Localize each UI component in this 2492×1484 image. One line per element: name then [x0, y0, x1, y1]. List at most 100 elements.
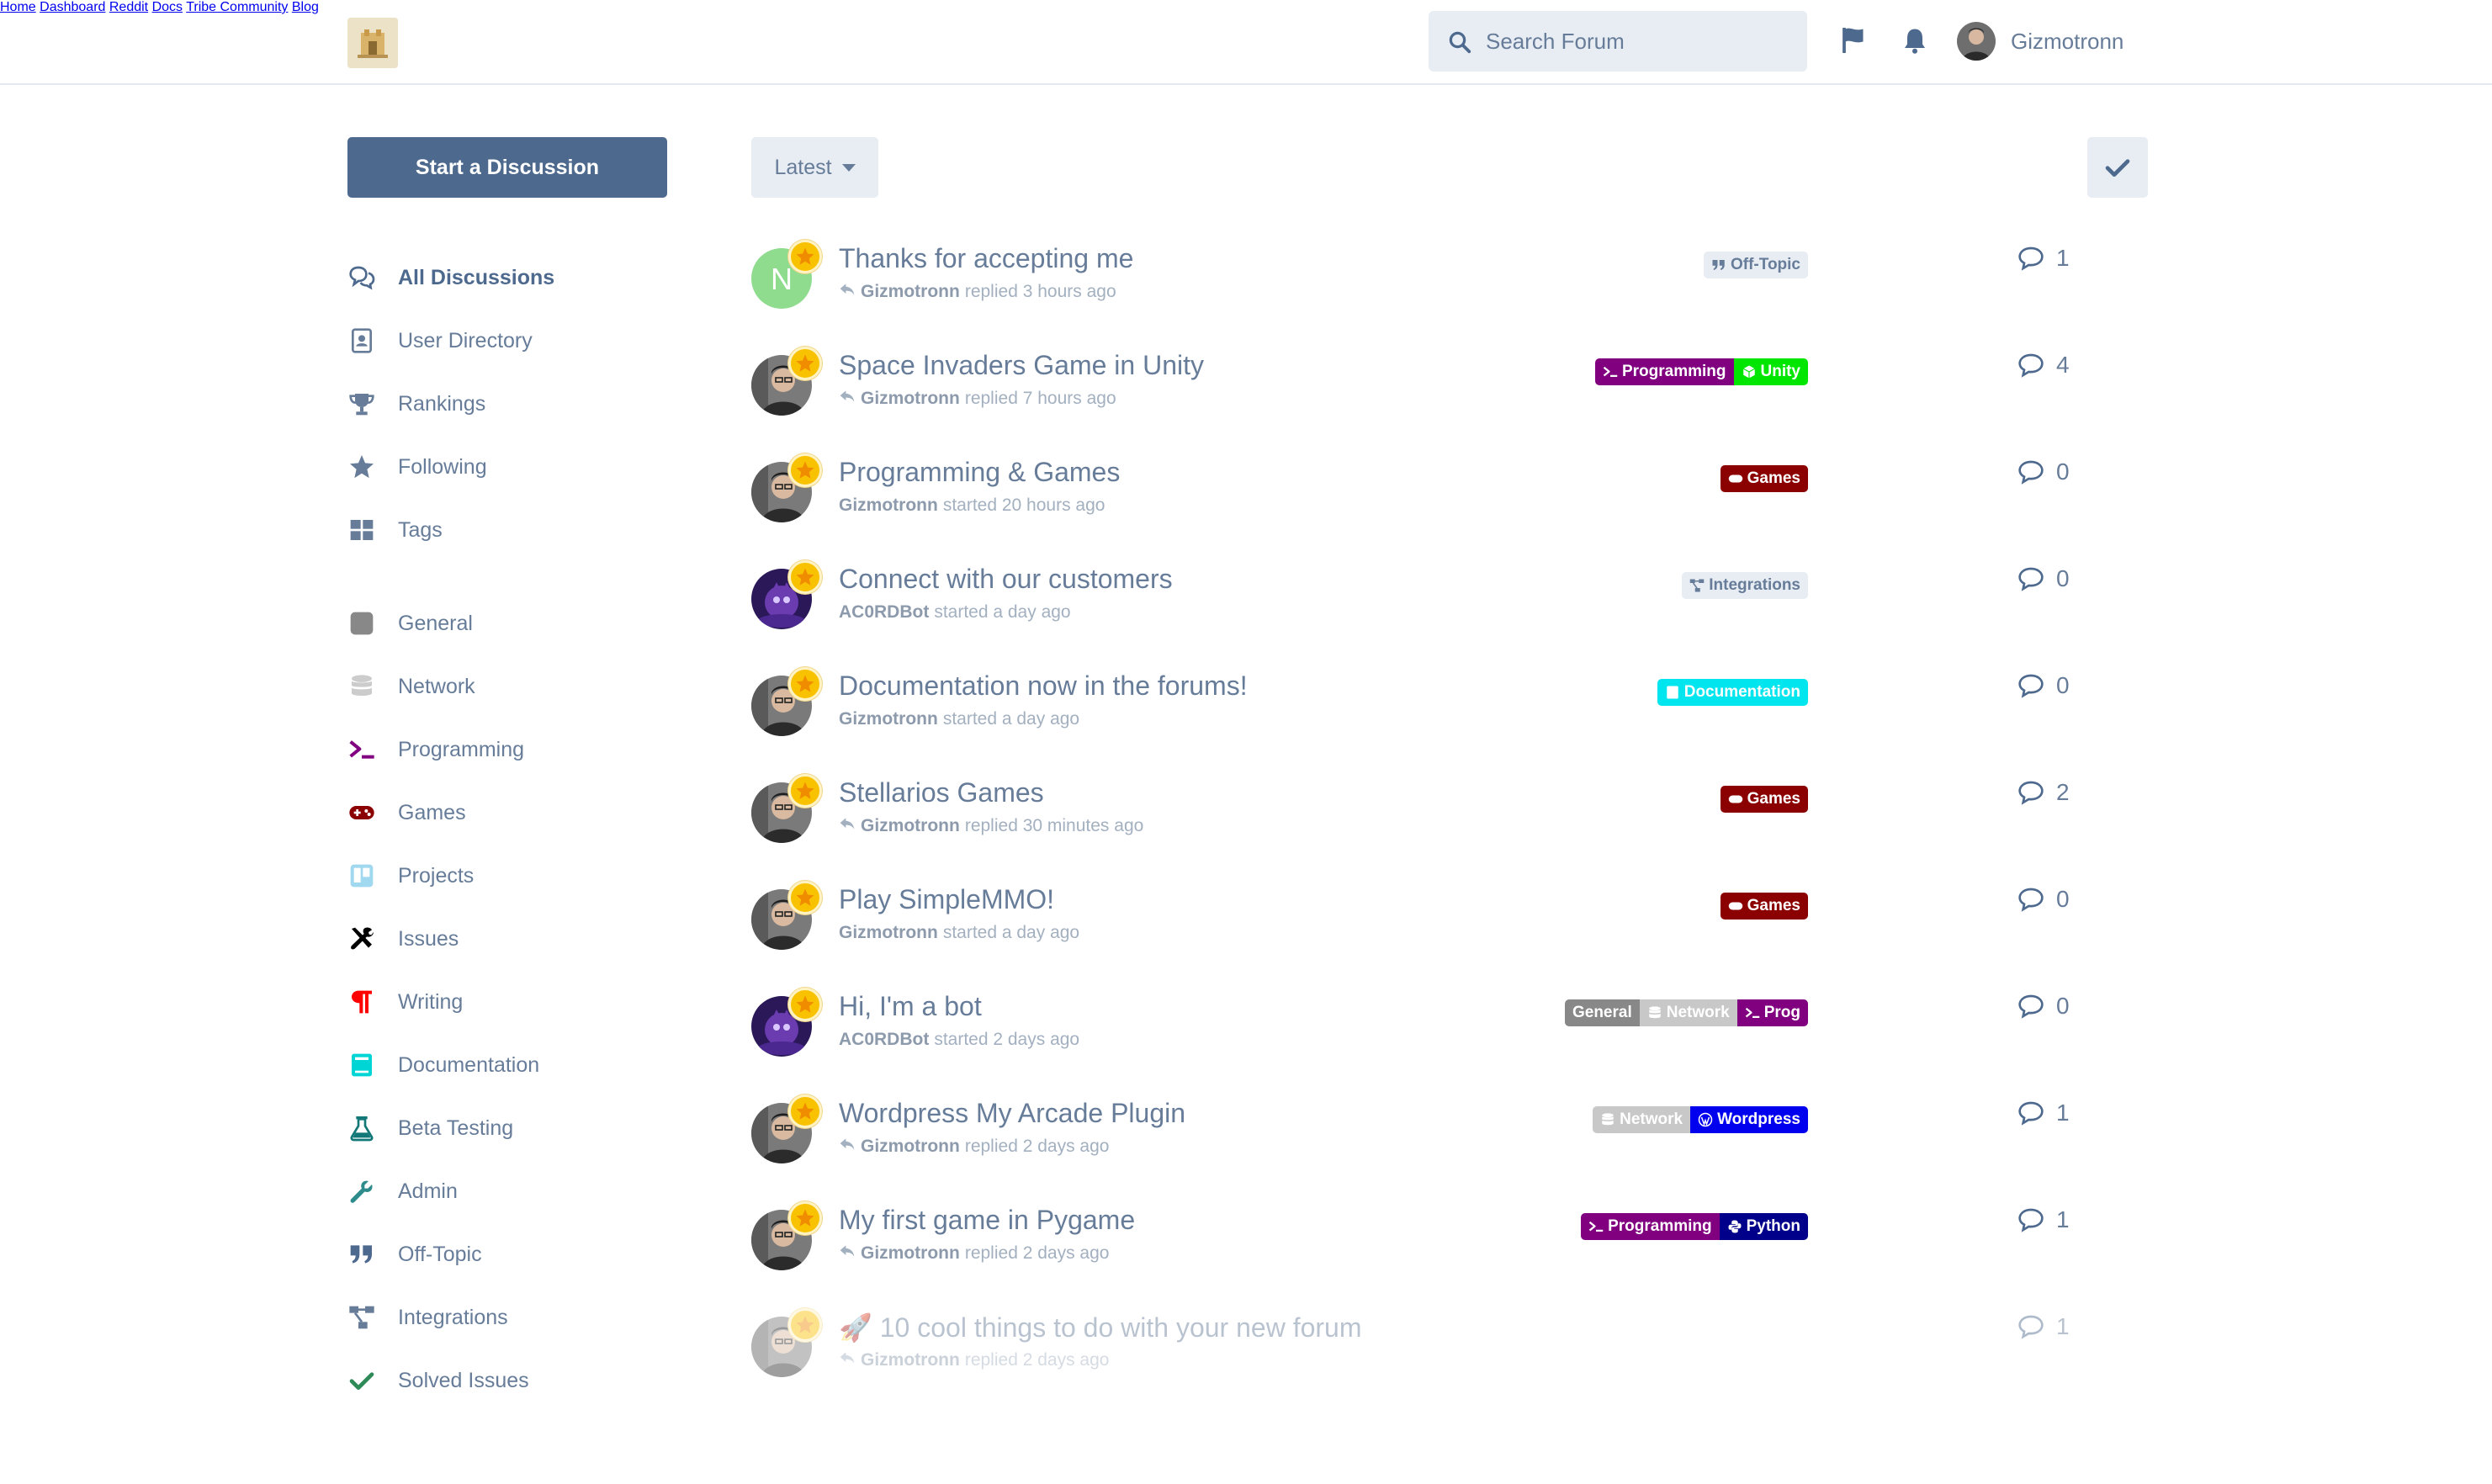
discussion-title[interactable]: My first game in Pygame — [839, 1205, 1135, 1236]
sidebar-item-issues[interactable]: Issues — [347, 922, 459, 956]
discussion-row[interactable]: Programming & Games Gizmotronn started 20 … — [751, 453, 2081, 538]
sidebar-item-off-topic[interactable]: Off-Topic — [347, 1238, 482, 1271]
nav-tribe-community[interactable]: Tribe Community — [186, 0, 288, 14]
reply-count[interactable]: 0 — [2017, 672, 2070, 699]
discussion-row[interactable]: Connect with our customers AC0RDBot starte… — [751, 560, 2081, 644]
reply-count[interactable]: 0 — [2017, 886, 2070, 913]
nav-dashboard[interactable]: Dashboard — [40, 0, 105, 14]
tag-programming[interactable]: Programming — [1581, 1213, 1720, 1240]
sidebar-item-general[interactable]: General — [347, 607, 473, 640]
mark-all-read-button[interactable] — [2087, 137, 2148, 198]
user-name[interactable]: Gizmotronn — [2011, 29, 2124, 55]
tag-general[interactable]: General — [1564, 999, 1640, 1026]
nav-docs[interactable]: Docs — [152, 0, 183, 14]
sidebar-item-user-directory[interactable]: User Directory — [347, 324, 533, 358]
sort-dropdown[interactable]: Latest — [751, 137, 878, 198]
reply-count[interactable]: 1 — [2017, 1313, 2070, 1340]
discussion-title[interactable]: Connect with our customers — [839, 564, 1173, 595]
author-name[interactable]: Gizmotronn — [839, 923, 938, 943]
sidebar-item-label: Documentation — [398, 1053, 540, 1077]
author-name[interactable]: Gizmotronn — [861, 1243, 960, 1264]
author-name[interactable]: Gizmotronn — [861, 816, 960, 836]
sidebar-item-programming[interactable]: Programming — [347, 733, 524, 766]
author-name[interactable]: Gizmotronn — [861, 1137, 960, 1157]
reply-count[interactable]: 2 — [2017, 779, 2070, 806]
tag-list: Games — [1720, 465, 1808, 492]
sidebar-item-integrations[interactable]: Integrations — [347, 1301, 508, 1334]
tag-games[interactable]: Games — [1720, 465, 1808, 492]
discussion-row[interactable]: Play SimpleMMO! Gizmotronn started a day a… — [751, 881, 2081, 965]
tag-documentation[interactable]: Documentation — [1657, 679, 1808, 706]
sidebar-item-all-discussions[interactable]: All Discussions — [347, 261, 554, 294]
discussion-title[interactable]: Space Invaders Game in Unity — [839, 350, 1204, 381]
discussion-row[interactable]: N Thanks for accepting me Gizmotronn replie… — [751, 240, 2081, 324]
reply-count-value: 4 — [2056, 352, 2070, 378]
sidebar-item-beta-testing[interactable]: Beta Testing — [347, 1111, 513, 1145]
sticky-star-badge-icon — [788, 988, 822, 1021]
discussion-row[interactable]: My first game in Pygame Gizmotronn replied… — [751, 1201, 2081, 1285]
site-logo[interactable] — [347, 18, 398, 68]
tag-programming[interactable]: Programming — [1594, 358, 1734, 385]
sidebar-item-games[interactable]: Games — [347, 796, 466, 829]
discussion-row[interactable]: Wordpress My Arcade Plugin Gizmotronn repl… — [751, 1094, 2081, 1179]
sidebar-item-network[interactable]: Network — [347, 670, 475, 703]
nav-reddit[interactable]: Reddit — [109, 0, 148, 14]
discussion-title[interactable]: Documentation now in the forums! — [839, 670, 1248, 702]
discussion-title[interactable]: Stellarios Games — [839, 777, 1044, 808]
author-name[interactable]: AC0RDBot — [839, 602, 929, 623]
discussion-title[interactable]: Thanks for accepting me — [839, 243, 1133, 274]
author-name[interactable]: AC0RDBot — [839, 1030, 929, 1050]
discussion-row[interactable]: Stellarios Games Gizmotronn replied 30 min… — [751, 774, 2081, 858]
sidebar-item-tags[interactable]: Tags — [347, 513, 443, 547]
tag-off-topic[interactable]: Off-Topic — [1703, 252, 1808, 278]
discussion-row[interactable]: Hi, I'm a bot AC0RDBot started 2 days ago G… — [751, 988, 2081, 1072]
author-name[interactable]: Gizmotronn — [839, 709, 938, 729]
flag-icon[interactable] — [1839, 25, 1869, 56]
tag-label: Off-Topic — [1730, 256, 1800, 273]
sidebar-item-rankings[interactable]: Rankings — [347, 387, 485, 421]
sidebar-item-documentation[interactable]: Documentation — [347, 1048, 539, 1082]
reply-count[interactable]: 0 — [2017, 458, 2070, 485]
bell-icon[interactable] — [1900, 25, 1930, 56]
discussion-title[interactable]: Programming & Games — [839, 457, 1120, 488]
tag-python[interactable]: Python — [1719, 1213, 1808, 1240]
tag-integrations[interactable]: Integrations — [1682, 572, 1808, 599]
nav-home[interactable]: Home — [0, 0, 36, 14]
tag-games[interactable]: Games — [1720, 786, 1808, 813]
tag-network[interactable]: Network — [1593, 1106, 1691, 1133]
discussion-row[interactable]: Documentation now in the forums! Gizmotro… — [751, 667, 2081, 751]
reply-count[interactable]: 4 — [2017, 352, 2070, 379]
reply-count[interactable]: 1 — [2017, 1100, 2070, 1126]
sidebar-item-following[interactable]: Following — [347, 450, 487, 484]
comment-icon — [2018, 888, 2044, 912]
reply-count[interactable]: 0 — [2017, 565, 2070, 592]
author-name[interactable]: Gizmotronn — [839, 496, 938, 516]
tag-games[interactable]: Games — [1720, 893, 1808, 920]
sidebar-item-solved-issues[interactable]: Solved Issues — [347, 1364, 529, 1397]
reply-count[interactable]: 1 — [2017, 245, 2070, 272]
discussion-row[interactable]: Space Invaders Game in Unity Gizmotronn re… — [751, 347, 2081, 431]
reply-count[interactable]: 0 — [2017, 993, 2070, 1020]
discussion-title[interactable]: 🚀 10 cool things to do with your new for… — [839, 1312, 1361, 1344]
user-avatar[interactable] — [1957, 22, 1996, 61]
tag-network[interactable]: Network — [1639, 999, 1737, 1026]
discussion-title[interactable]: Play SimpleMMO! — [839, 884, 1054, 915]
sidebar-item-projects[interactable]: Projects — [347, 859, 474, 893]
author-name[interactable]: Gizmotronn — [861, 389, 960, 409]
author-name[interactable]: Gizmotronn — [861, 282, 960, 302]
discussion-row[interactable]: 🚀 10 cool things to do with your new for… — [751, 1308, 2081, 1392]
search-input[interactable] — [1486, 11, 1797, 72]
reply-count[interactable]: 1 — [2017, 1206, 2070, 1233]
start-discussion-button[interactable]: Start a Discussion — [347, 137, 667, 198]
sidebar-item-writing[interactable]: Writing — [347, 985, 463, 1019]
top-header: Home Dashboard Reddit Docs Tribe Communi… — [0, 0, 2492, 85]
sidebar-item-admin[interactable]: Admin — [347, 1174, 458, 1208]
tag-unity[interactable]: Unity — [1733, 358, 1808, 385]
tag-wordpress[interactable]: Wordpress — [1690, 1106, 1808, 1133]
author-name[interactable]: Gizmotronn — [861, 1350, 960, 1370]
nav-blog[interactable]: Blog — [292, 0, 319, 14]
project-diagram-icon — [347, 1303, 376, 1332]
tag-prog[interactable]: Prog — [1736, 999, 1808, 1026]
discussion-title[interactable]: Hi, I'm a bot — [839, 991, 982, 1022]
discussion-title[interactable]: Wordpress My Arcade Plugin — [839, 1098, 1185, 1129]
